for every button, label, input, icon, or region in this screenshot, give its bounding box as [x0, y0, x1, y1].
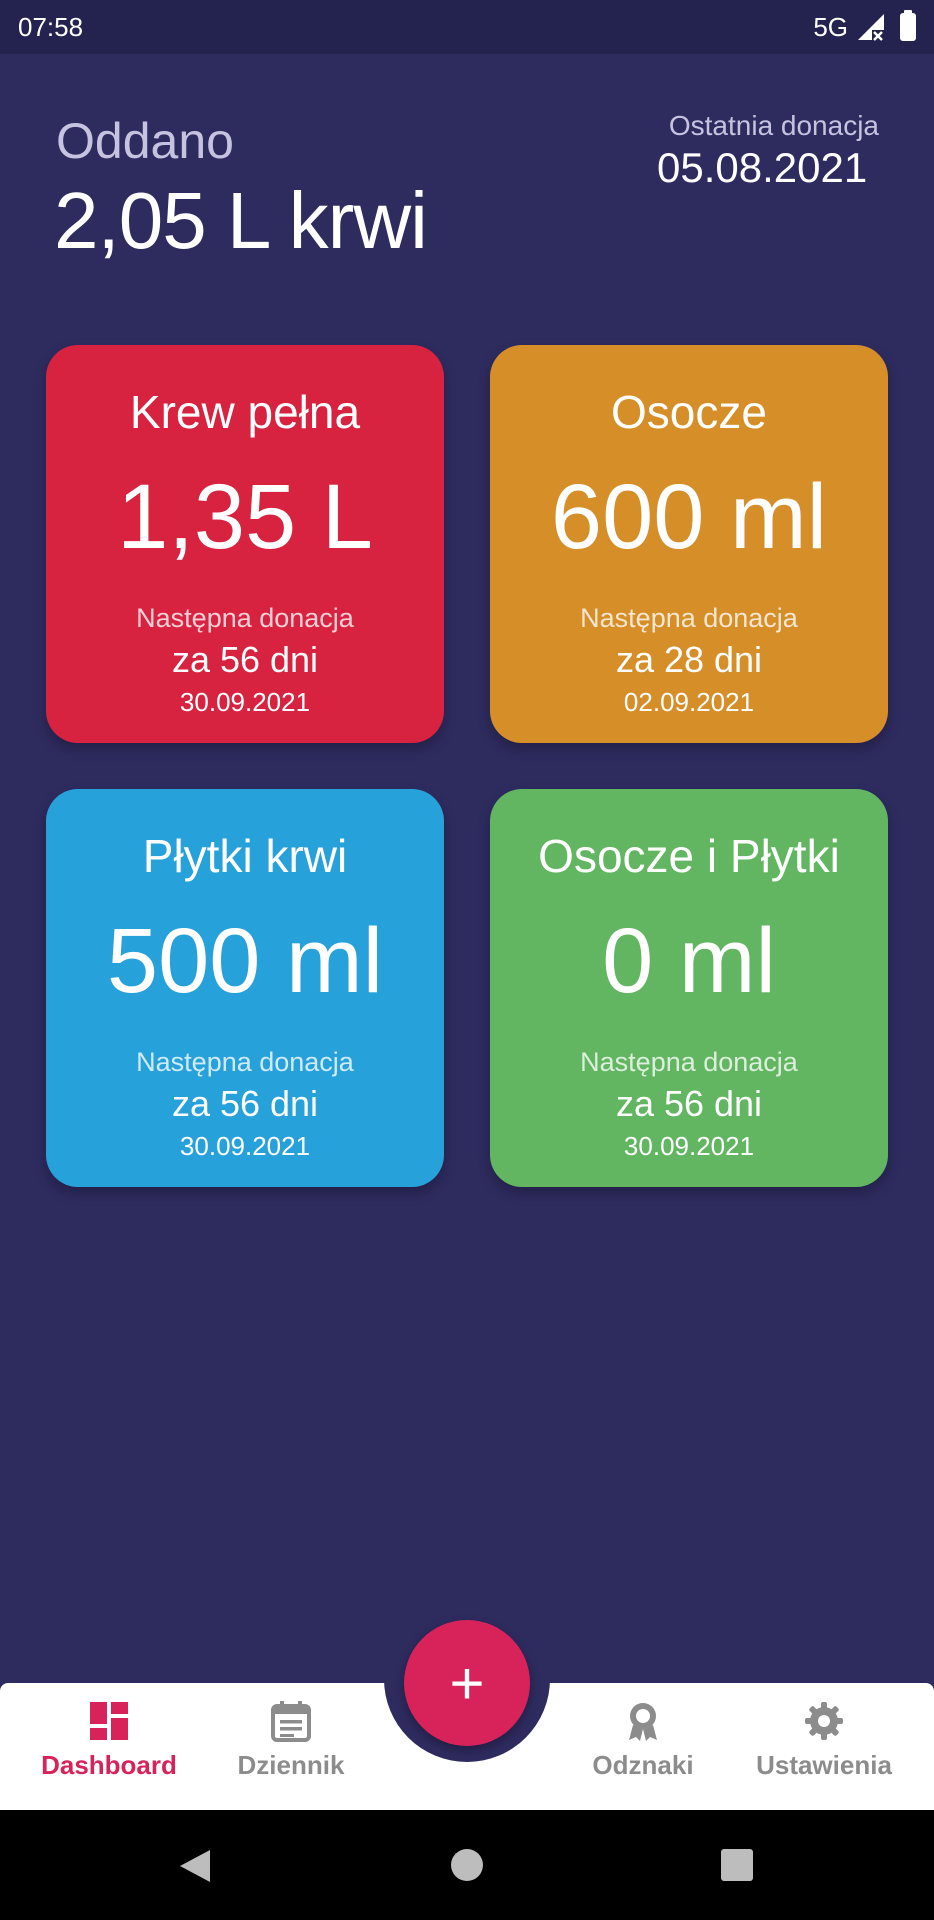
- nav-settings[interactable]: Ustawienia: [744, 1700, 904, 1800]
- system-nav-bar: [0, 1810, 934, 1920]
- card-amount: 600 ml: [550, 466, 828, 568]
- card-plasma[interactable]: Osocze 600 ml Następna donacja za 28 dni…: [490, 345, 888, 743]
- card-amount: 500 ml: [106, 910, 384, 1012]
- card-title: Płytki krwi: [142, 830, 348, 882]
- card-days: za 28 dni: [615, 639, 763, 680]
- card-date: 30.09.2021: [179, 687, 311, 717]
- back-icon[interactable]: [178, 1848, 212, 1884]
- card-days: za 56 dni: [171, 1083, 319, 1124]
- card-amount: 0 ml: [602, 910, 776, 1012]
- add-donation-button[interactable]: +: [404, 1620, 530, 1746]
- signal-icon: [858, 14, 884, 41]
- card-days: za 56 dni: [171, 639, 319, 680]
- card-date: 02.09.2021: [623, 687, 755, 717]
- plus-icon: +: [449, 1649, 485, 1717]
- card-title: Osocze: [611, 386, 767, 438]
- nav-badges[interactable]: Odznaki: [563, 1700, 723, 1800]
- card-date: 30.09.2021: [623, 1131, 755, 1161]
- card-platelets[interactable]: Płytki krwi 500 ml Następna donacja za 5…: [46, 789, 444, 1187]
- nav-label: Odznaki: [592, 1750, 694, 1780]
- card-plasma-platelets[interactable]: Osocze i Płytki 0 ml Następna donacja za…: [490, 789, 888, 1187]
- card-days: za 56 dni: [615, 1083, 763, 1124]
- recents-icon[interactable]: [720, 1848, 754, 1882]
- status-time: 07:58: [18, 11, 84, 42]
- network-type: 5G: [813, 11, 848, 42]
- badge-icon: [629, 1703, 657, 1741]
- dashboard-icon: [90, 1702, 128, 1740]
- donated-total: 2,05 L krwi: [54, 176, 428, 265]
- gear-icon: [805, 1702, 843, 1740]
- nav-label: Ustawienia: [756, 1750, 892, 1780]
- card-title: Krew pełna: [129, 386, 361, 438]
- nav-journal[interactable]: Dziennik: [211, 1700, 371, 1800]
- donated-label: Oddano: [56, 113, 234, 169]
- status-icons: 5G: [813, 10, 916, 43]
- card-next-label: Następna donacja: [136, 603, 354, 633]
- last-donation-label: Ostatnia donacja: [668, 110, 879, 141]
- last-donation-date: 05.08.2021: [657, 144, 868, 191]
- card-next-label: Następna donacja: [580, 603, 798, 633]
- battery-icon: [900, 10, 916, 41]
- nav-dashboard[interactable]: Dashboard: [29, 1700, 189, 1800]
- card-date: 30.09.2021: [179, 1131, 311, 1161]
- nav-label: Dziennik: [237, 1750, 345, 1780]
- status-bar: 07:58 5G: [0, 0, 934, 54]
- card-title: Osocze i Płytki: [538, 830, 840, 882]
- card-whole-blood[interactable]: Krew pełna 1,35 L Następna donacja za 56…: [46, 345, 444, 743]
- card-next-label: Następna donacja: [136, 1047, 354, 1077]
- calendar-icon: [271, 1701, 311, 1742]
- nav-label: Dashboard: [41, 1750, 177, 1780]
- home-icon[interactable]: [450, 1848, 484, 1882]
- card-next-label: Następna donacja: [580, 1047, 798, 1077]
- card-amount: 1,35 L: [117, 466, 373, 568]
